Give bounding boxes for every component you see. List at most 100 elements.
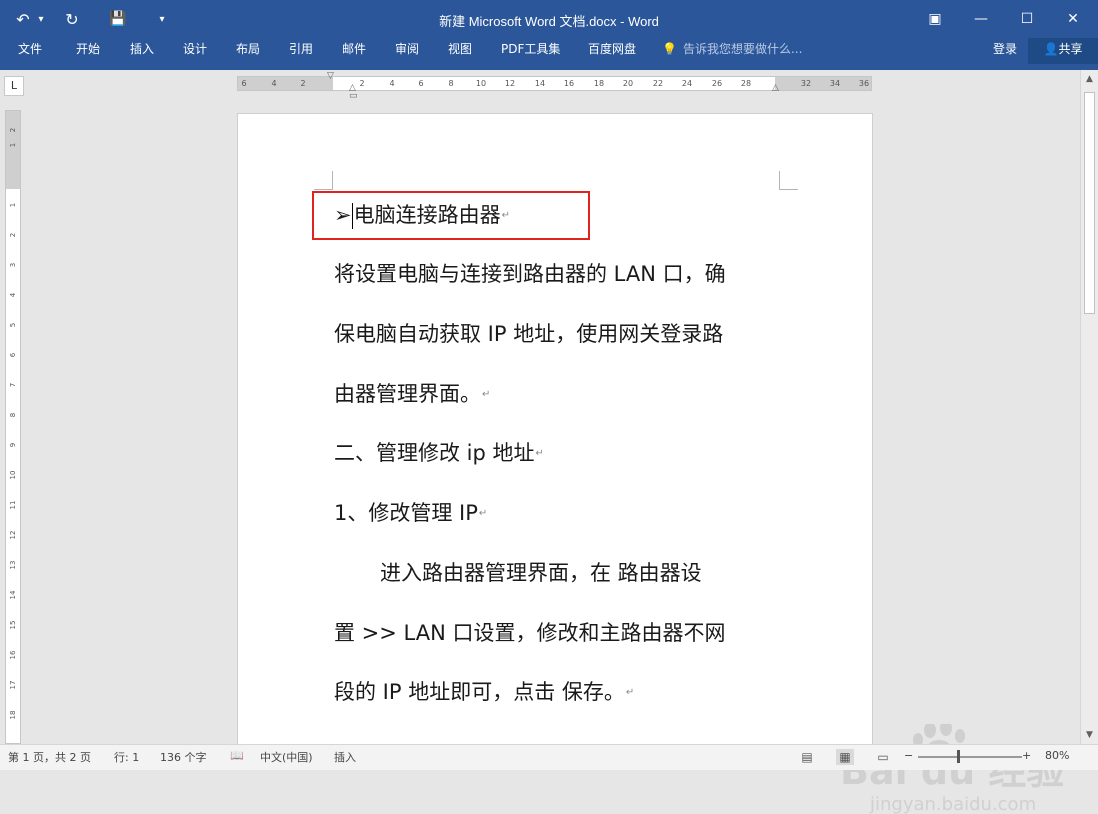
tab-insert[interactable]: 插入 [130, 38, 154, 60]
tell-me-search[interactable]: 💡 告诉我您想要做什么... [662, 38, 802, 60]
ruler-tick: 36 [858, 79, 870, 88]
close-button[interactable]: ✕ [1050, 0, 1096, 38]
subheading-line[interactable]: 1、修改管理 IP↵ [334, 498, 487, 528]
body-line[interactable]: 进入路由器管理界面，在 路由器设 [380, 558, 702, 588]
signin-link[interactable]: 登录 [993, 38, 1017, 60]
crop-mark-top-right [779, 171, 798, 190]
paw-toe [940, 724, 952, 736]
ruler-tick: 6 [241, 79, 247, 88]
ribbon-display-options-button[interactable]: ▣ [912, 0, 958, 38]
word-count-status[interactable]: 136 个字 [160, 749, 207, 765]
document-workspace: L 6 4 2 2 4 6 8 10 12 14 16 18 20 22 24 … [0, 70, 1098, 814]
tab-layout[interactable]: 布局 [236, 38, 260, 60]
vruler-tick: 4 [9, 292, 17, 298]
tab-review[interactable]: 审阅 [395, 38, 419, 60]
print-layout-icon[interactable]: ▦ [836, 749, 854, 765]
ruler-tick: 18 [593, 79, 605, 88]
paragraph-mark: ↵ [482, 389, 491, 400]
tab-home[interactable]: 开始 [76, 38, 100, 60]
zoom-in-button[interactable]: + [1022, 749, 1031, 762]
subheading-text: 1、修改管理 IP [334, 501, 478, 525]
body-line-text: 进入路由器管理界面，在 路由器设 [380, 561, 702, 585]
vruler-tick: 1 [9, 142, 17, 148]
tab-pdf-tools[interactable]: PDF工具集 [501, 38, 560, 60]
ruler-right-margin [775, 77, 871, 90]
vruler-tick: 1 [9, 202, 17, 208]
section-heading-line[interactable]: 二、管理修改 ip 地址↵ [334, 438, 544, 468]
right-indent-marker[interactable]: △ [772, 84, 779, 93]
ruler-tick: 24 [681, 79, 693, 88]
vruler-tick: 3 [9, 262, 17, 268]
crop-mark-top-left [314, 171, 333, 190]
zoom-slider[interactable] [918, 756, 1022, 758]
read-mode-icon[interactable]: ▤ [798, 749, 816, 765]
title-bar: ↶ ▾ ↻ 💾 ▾ 新建 Microsoft Word 文档.docx - Wo… [0, 0, 1098, 38]
share-label: 共享 [1058, 42, 1083, 56]
status-bar: 第 1 页，共 2 页 行: 1 136 个字 📖 中文(中国) 插入 ▤ ▦ … [0, 744, 1098, 770]
vruler-tick: 15 [9, 620, 17, 630]
body-line[interactable]: 由器管理界面。↵ [334, 379, 490, 409]
tab-design[interactable]: 设计 [183, 38, 207, 60]
vruler-tick: 5 [9, 322, 17, 328]
body-line-text: 保电脑自动获取 IP 地址，使用网关登录路 [334, 322, 724, 346]
vruler-tick: 17 [9, 680, 17, 690]
paw-toe [955, 729, 965, 743]
minimize-button[interactable]: — [958, 0, 1004, 38]
ruler-tick: 16 [563, 79, 575, 88]
vruler-tick: 13 [9, 560, 17, 570]
tab-file[interactable]: 文件 [18, 38, 42, 60]
web-layout-icon[interactable]: ▭ [874, 749, 892, 765]
ruler-tick: 4 [271, 79, 277, 88]
body-line[interactable]: 段的 IP 地址即可，点击 保存。↵ [334, 677, 634, 707]
vertical-ruler[interactable]: 2 1 1 2 3 4 5 6 7 8 9 10 11 12 13 14 15 … [5, 110, 21, 744]
insert-mode-status[interactable]: 插入 [334, 749, 356, 765]
ruler-tick: 10 [475, 79, 487, 88]
ruler-tick: 26 [711, 79, 723, 88]
first-line-indent-marker[interactable]: ▽ [327, 72, 334, 81]
ruler-tick: 8 [448, 79, 454, 88]
body-line-text: 置 >> LAN 口设置，修改和主路由器不网 [334, 621, 726, 645]
tab-view[interactable]: 视图 [448, 38, 472, 60]
ruler-tick: 34 [829, 79, 841, 88]
vruler-tick: 12 [9, 530, 17, 540]
zoom-level[interactable]: 80% [1045, 749, 1069, 762]
language-status[interactable]: 中文(中国) [260, 749, 313, 765]
line-status[interactable]: 行: 1 [114, 749, 139, 765]
tab-selector-icon[interactable]: L [4, 76, 24, 96]
paragraph-mark: ↵ [501, 210, 510, 221]
body-line[interactable]: 置 >> LAN 口设置，修改和主路由器不网 [334, 618, 725, 648]
body-line[interactable]: 保电脑自动获取 IP 地址，使用网关登录路 [334, 319, 723, 349]
vruler-tick: 8 [9, 412, 17, 418]
body-line-text: 由器管理界面。 [334, 382, 481, 406]
ruler-tick: 2 [300, 79, 306, 88]
paragraph-mark: ↵ [478, 508, 488, 519]
scroll-up-icon[interactable]: ▲ [1081, 74, 1098, 84]
document-page[interactable]: ➢电脑连接路由器↵ 将设置电脑与连接到路由器的 LAN 口，确 保电脑自动获取 … [237, 113, 873, 753]
page-count-status[interactable]: 第 1 页，共 2 页 [8, 749, 91, 765]
maximize-button[interactable]: ☐ [1004, 0, 1050, 38]
zoom-out-button[interactable]: − [904, 749, 913, 762]
vruler-tick: 11 [9, 500, 17, 510]
share-button[interactable]: 👤共享 [1028, 38, 1098, 64]
paragraph-mark: ↵ [625, 687, 635, 698]
proofing-icon[interactable]: 📖 [230, 749, 244, 762]
scroll-thumb[interactable] [1084, 92, 1095, 314]
ruler-tick: 32 [800, 79, 812, 88]
zoom-slider-thumb[interactable] [957, 750, 960, 763]
vertical-scrollbar[interactable]: ▲ ▼ [1080, 70, 1098, 744]
ruler-tick: 20 [622, 79, 634, 88]
ruler-tick: 28 [740, 79, 752, 88]
share-person-icon: 👤 [1043, 42, 1059, 56]
body-line[interactable]: 将设置电脑与连接到路由器的 LAN 口，确 [334, 259, 726, 289]
watermark-url-text: jingyan.baidu.com [869, 794, 1036, 814]
left-indent-marker[interactable]: ▭ [349, 92, 358, 101]
body-line-text: 将设置电脑与连接到路由器的 LAN 口，确 [334, 262, 726, 286]
tab-references[interactable]: 引用 [289, 38, 313, 60]
heading-line[interactable]: ➢电脑连接路由器↵ [334, 200, 510, 230]
tab-baidu-netdisk[interactable]: 百度网盘 [588, 38, 636, 60]
ruler-tick: 14 [534, 79, 546, 88]
vruler-tick: 2 [9, 232, 17, 238]
tab-mailings[interactable]: 邮件 [342, 38, 366, 60]
vruler-tick: 16 [9, 650, 17, 660]
ruler-tick: 6 [418, 79, 424, 88]
